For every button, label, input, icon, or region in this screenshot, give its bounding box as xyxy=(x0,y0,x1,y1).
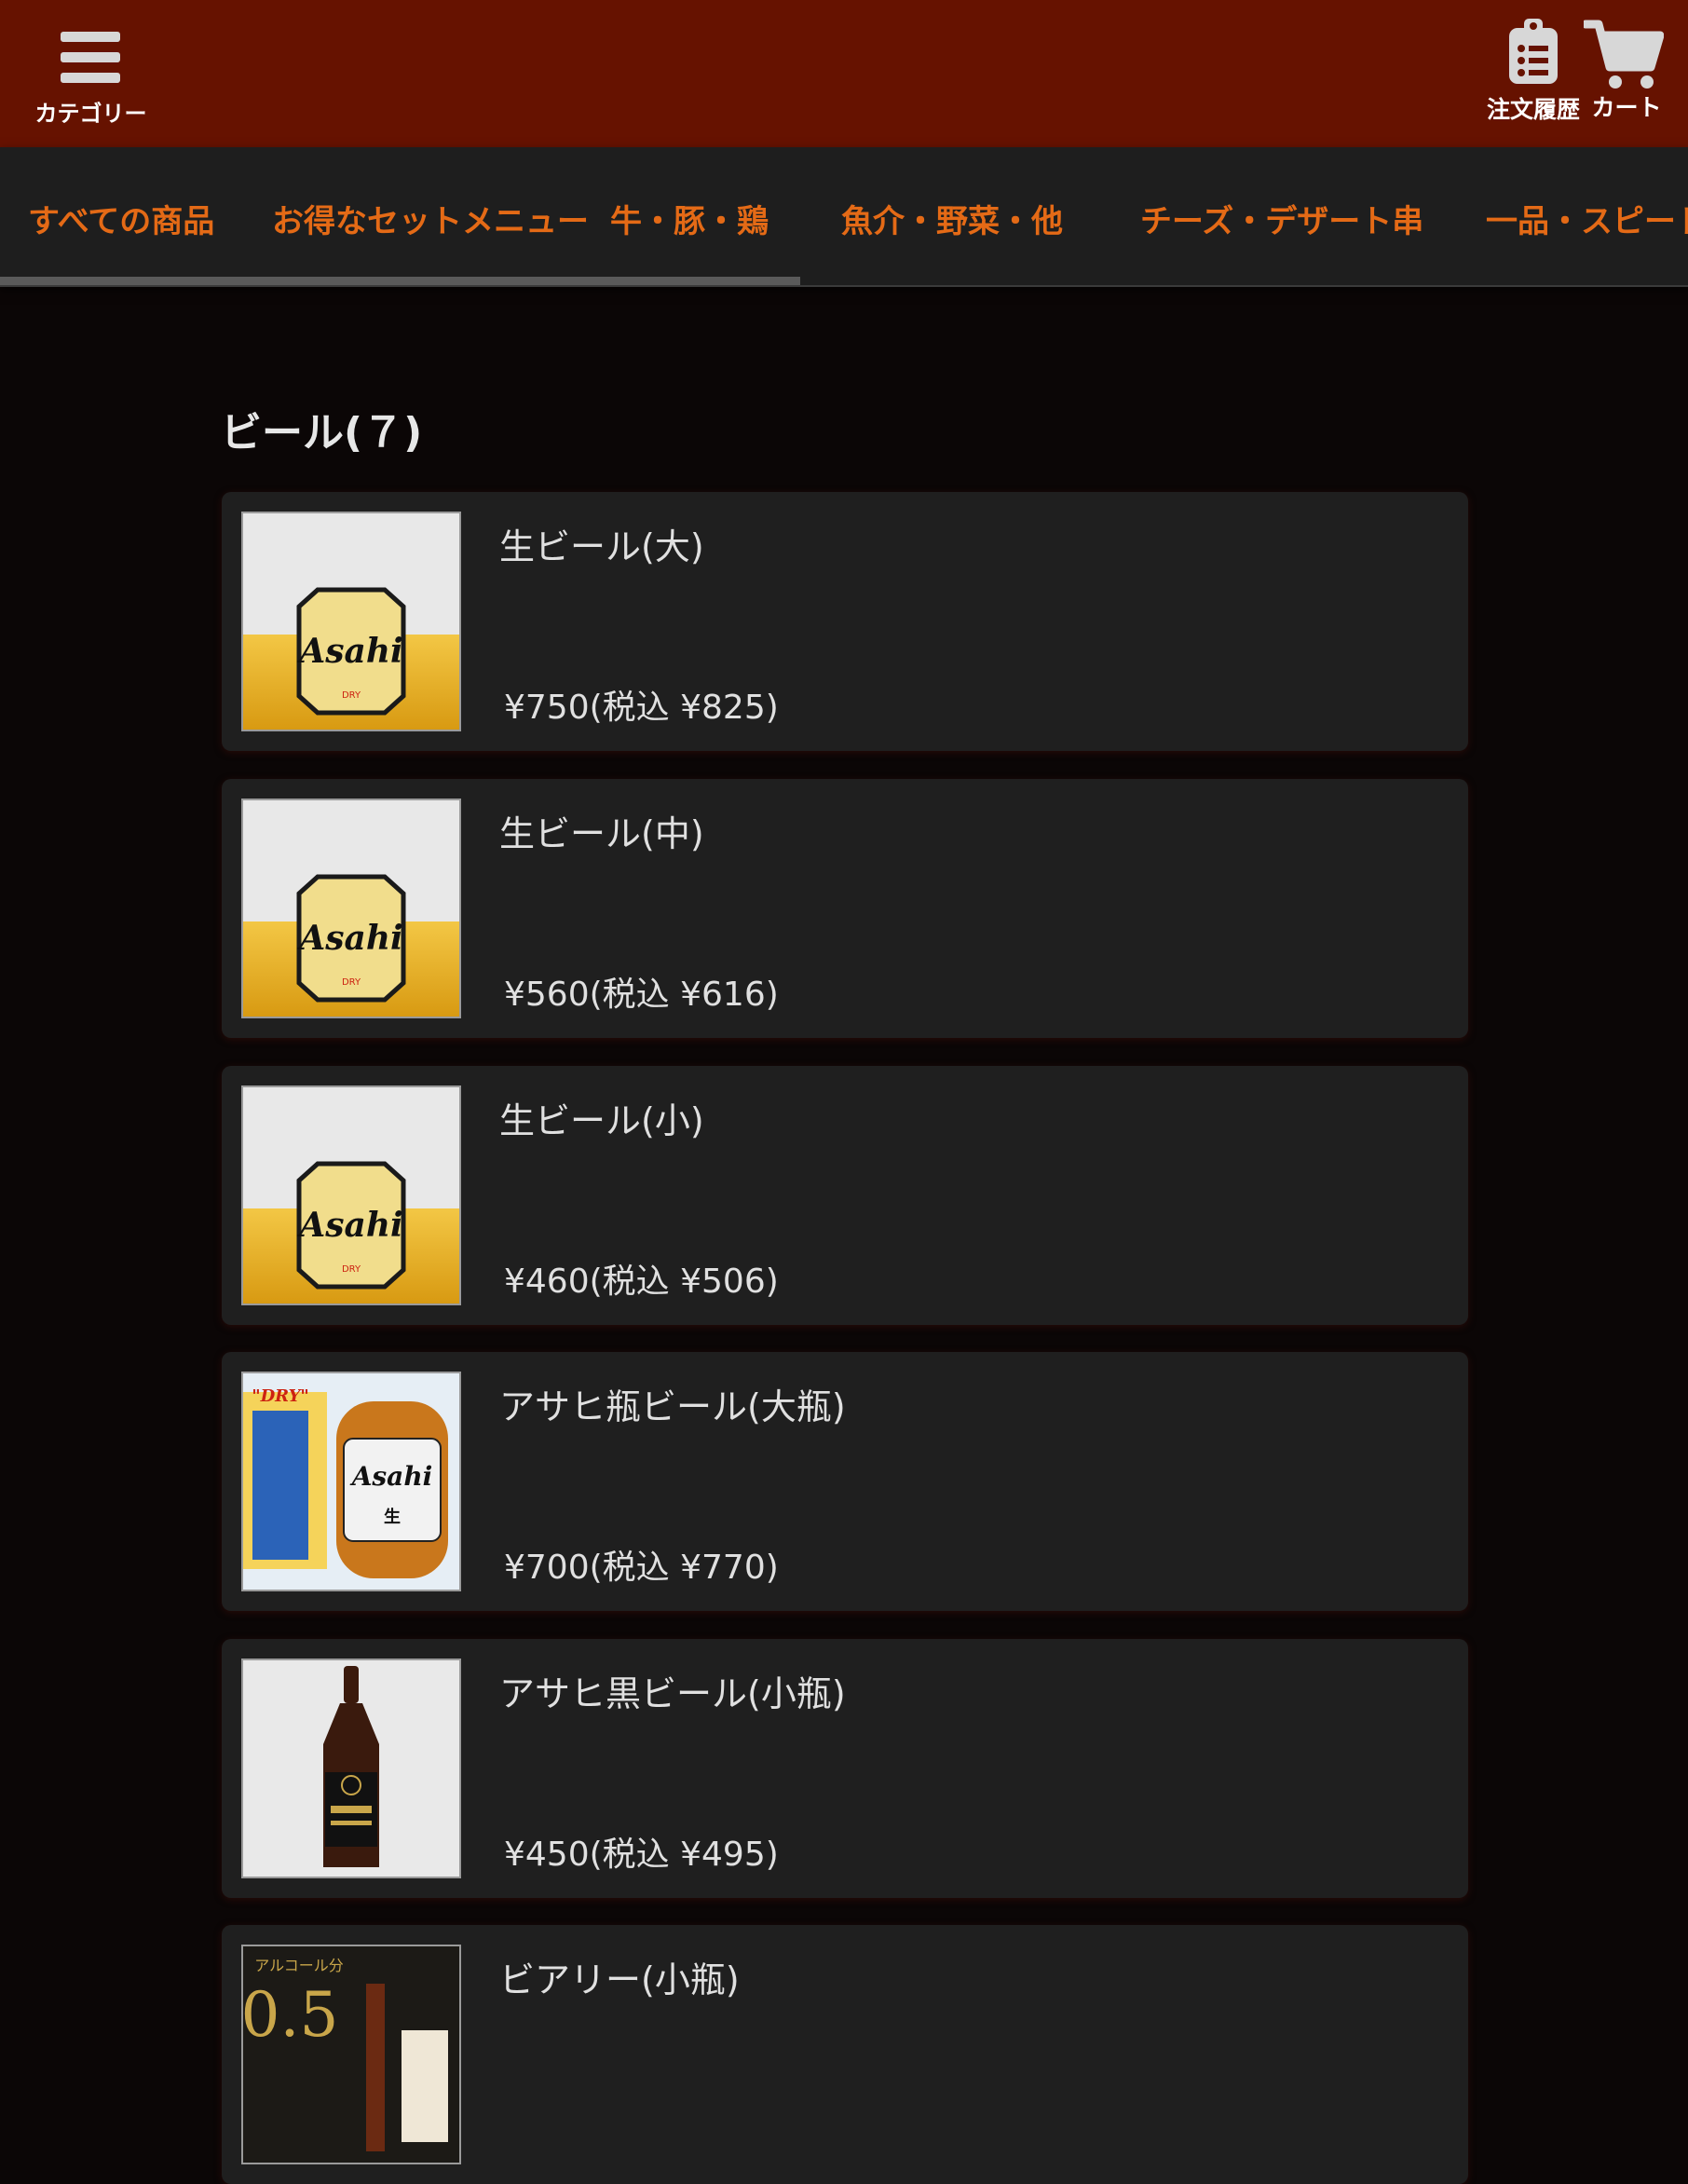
menu-item-card[interactable]: Asahi DRY 生ビール(大) ¥750(税込 ¥825) xyxy=(222,492,1468,751)
menu-item-card[interactable]: Asahi DRY 生ビール(小) ¥460(税込 ¥506) xyxy=(222,1066,1468,1325)
section-title: ビール(７) xyxy=(221,409,423,457)
category-menu-label: カテゴリー xyxy=(34,101,147,127)
category-menu-button[interactable]: カテゴリー xyxy=(28,17,154,133)
svg-text:Asahi: Asahi xyxy=(296,1206,402,1245)
svg-text:Asahi: Asahi xyxy=(296,632,402,671)
svg-text:生: 生 xyxy=(384,1507,401,1527)
svg-text:Asahi: Asahi xyxy=(349,1461,433,1492)
tab-side-dishes[interactable]: 一品・スピード xyxy=(1486,196,1688,241)
menu-item-card[interactable]: アルコール分 0.5 ビアリー(小瓶) xyxy=(222,1925,1468,2184)
item-price: ¥450(税込 ¥495) xyxy=(504,1836,779,1874)
item-price: ¥750(税込 ¥825) xyxy=(504,689,779,727)
item-name: 生ビール(中) xyxy=(499,813,704,854)
item-name: 生ビール(大) xyxy=(499,526,704,567)
svg-text:DRY: DRY xyxy=(342,690,361,701)
draft-beer-image: Asahi DRY xyxy=(241,512,461,731)
asahi-bottle-image: "DRY" Asahi 生 xyxy=(241,1372,461,1591)
hamburger-icon xyxy=(61,32,120,84)
item-price: ¥460(税込 ¥506) xyxy=(504,1263,779,1301)
draft-beer-image: Asahi DRY xyxy=(241,799,461,1018)
svg-text:アルコール分: アルコール分 xyxy=(254,1957,344,1974)
active-tab-indicator xyxy=(0,277,800,285)
order-history-label: 注文履歴 xyxy=(1486,96,1580,123)
tab-divider xyxy=(0,285,1688,287)
item-price: ¥560(税込 ¥616) xyxy=(504,976,779,1014)
menu-item-card[interactable]: "DRY" Asahi 生 アサヒ瓶ビール(大瓶) ¥700(税込 ¥770) xyxy=(222,1352,1468,1611)
tab-beef-pork-chicken[interactable]: 牛・豚・鶏 xyxy=(610,196,769,241)
svg-text:Asahi: Asahi xyxy=(296,919,402,958)
cart-button[interactable]: カート xyxy=(1584,13,1669,125)
item-name: ビアリー(小瓶) xyxy=(499,1959,740,2000)
category-tab-bar: すべての商品 お得なセットメニュー 牛・豚・鶏 魚介・野菜・他 チーズ・デザート… xyxy=(0,147,1688,287)
item-name: アサヒ瓶ビール(大瓶) xyxy=(499,1386,846,1427)
order-history-button[interactable]: 注文履歴 xyxy=(1477,15,1589,127)
tab-set-menu[interactable]: お得なセットメニュー xyxy=(272,196,589,241)
cart-label: カート xyxy=(1591,94,1662,121)
clipboard-icon xyxy=(1509,19,1558,84)
draft-beer-image: Asahi DRY xyxy=(241,1085,461,1305)
top-bar: カテゴリー 注文履歴 カート xyxy=(0,0,1688,147)
item-price: ¥700(税込 ¥770) xyxy=(504,1549,779,1587)
svg-text:"DRY": "DRY" xyxy=(252,1386,309,1406)
item-name: アサヒ黒ビール(小瓶) xyxy=(499,1673,846,1714)
svg-text:DRY: DRY xyxy=(342,1264,361,1275)
tab-all-products[interactable]: すべての商品 xyxy=(28,196,214,241)
beery-bottle-image: アルコール分 0.5 xyxy=(241,1945,461,2164)
cart-icon xyxy=(1584,20,1664,89)
tab-cheese-dessert[interactable]: チーズ・デザート串 xyxy=(1140,196,1423,241)
svg-text:0.5: 0.5 xyxy=(243,1979,338,2051)
svg-text:DRY: DRY xyxy=(342,977,361,988)
item-name: 生ビール(小) xyxy=(499,1100,704,1141)
tab-seafood-vegetables[interactable]: 魚介・野菜・他 xyxy=(841,196,1063,241)
menu-item-card[interactable]: Asahi DRY 生ビール(中) ¥560(税込 ¥616) xyxy=(222,779,1468,1038)
menu-item-card[interactable]: アサヒ黒ビール(小瓶) ¥450(税込 ¥495) xyxy=(222,1639,1468,1898)
black-beer-bottle-image xyxy=(241,1658,461,1878)
